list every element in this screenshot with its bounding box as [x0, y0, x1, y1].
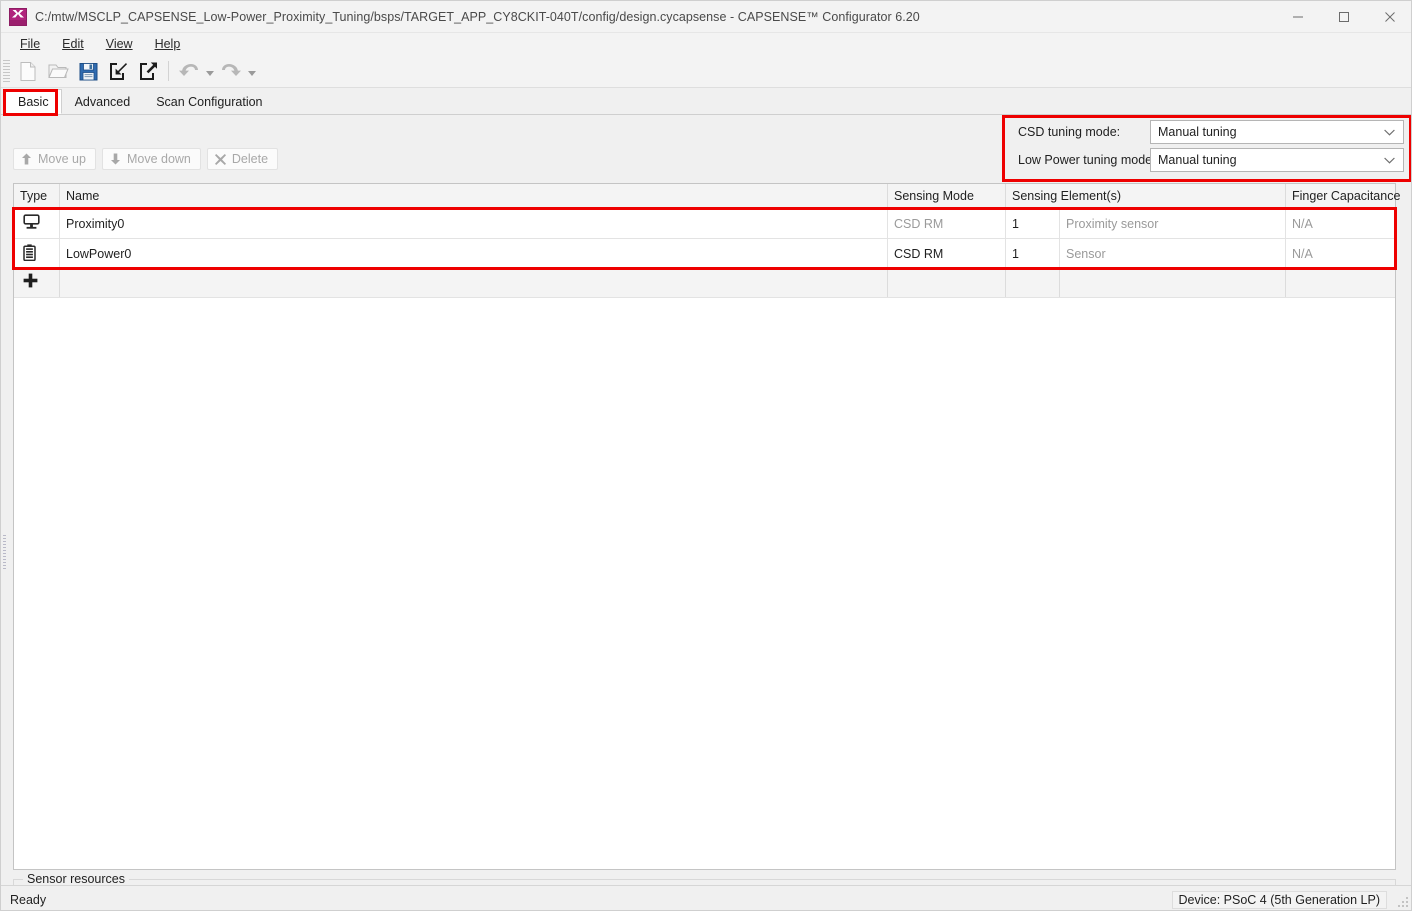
- add-row-name-cell: [60, 269, 888, 297]
- add-row-fcap-cell: [1286, 269, 1395, 297]
- csd-tuning-mode-value: Manual tuning: [1158, 124, 1237, 139]
- menu-file-label: File: [20, 37, 41, 51]
- basic-tab-panel: CSD tuning mode: Manual tuning Low Power…: [1, 115, 1411, 910]
- cross-icon: [214, 153, 226, 165]
- row-element-count: 1: [1006, 239, 1060, 268]
- chevron-down-icon: [1384, 151, 1395, 169]
- import-icon[interactable]: [103, 57, 133, 85]
- add-row-mode-cell: [888, 269, 1006, 297]
- menu-edit[interactable]: Edit: [51, 35, 95, 53]
- row-element-count: 1: [1006, 209, 1060, 238]
- undo-icon[interactable]: [174, 57, 204, 85]
- row-element-name: Sensor: [1060, 239, 1286, 268]
- tab-scan-configuration-label: Scan Configuration: [156, 94, 263, 109]
- row-type-icon-cell: [14, 209, 60, 238]
- widget-list-toolbar: Move up Move down Delete: [13, 148, 279, 170]
- header-sensing-elements[interactable]: Sensing Element(s): [1006, 184, 1121, 208]
- row-finger-capacitance: N/A: [1292, 216, 1313, 231]
- grip-dots-icon: [3, 535, 6, 569]
- new-file-icon[interactable]: [13, 57, 43, 85]
- redo-dropdown-chevron-icon[interactable]: [246, 57, 258, 85]
- panel-left-grip[interactable]: [1, 115, 8, 875]
- row-sensing-mode: CSD RM: [888, 209, 1006, 238]
- header-name[interactable]: Name: [60, 184, 888, 208]
- status-bar: Ready Device: PSoC 4 (5th Generation LP): [1, 885, 1411, 910]
- add-row-count-cell: [1006, 269, 1060, 297]
- arrow-up-icon: [21, 153, 32, 165]
- chevron-down-icon: [1384, 123, 1395, 141]
- csd-tuning-mode-row: CSD tuning mode: Manual tuning: [1004, 118, 1408, 145]
- toolbar-grip[interactable]: [3, 60, 10, 82]
- table-header-row: Type Name Sensing Mode Sensing Element(s…: [14, 184, 1400, 209]
- export-icon[interactable]: [133, 57, 163, 85]
- row-element-name: Proximity sensor: [1060, 209, 1286, 238]
- tab-strip: Basic Advanced Scan Configuration: [1, 89, 1411, 115]
- undo-dropdown-chevron-icon[interactable]: [204, 57, 216, 85]
- row-type-icon-cell: [14, 239, 60, 268]
- tab-scan-configuration[interactable]: Scan Configuration: [143, 89, 276, 114]
- header-type[interactable]: Type: [14, 184, 60, 208]
- menu-edit-label: Edit: [62, 37, 84, 51]
- row-name: Proximity0: [60, 209, 888, 238]
- delete-label: Delete: [231, 152, 269, 166]
- toolbar-separator: [168, 61, 169, 81]
- row-finger-capacitance: N/A: [1292, 246, 1313, 261]
- move-down-button[interactable]: Move down: [101, 148, 201, 170]
- tuning-mode-panel: CSD tuning mode: Manual tuning Low Power…: [1004, 118, 1408, 180]
- row-name: LowPower0: [60, 239, 888, 268]
- table-row[interactable]: LowPower0 CSD RM 1 Sensor N/A: [14, 239, 1395, 269]
- tab-basic[interactable]: Basic: [5, 89, 62, 114]
- status-device: Device: PSoC 4 (5th Generation LP): [1171, 891, 1387, 909]
- redo-icon[interactable]: [216, 57, 246, 85]
- window-title: C:/mtw/MSCLP_CAPSENSE_Low-Power_Proximit…: [35, 9, 920, 24]
- widget-table: Type Name Sensing Mode Sensing Element(s…: [13, 183, 1400, 870]
- close-icon[interactable]: [1367, 1, 1411, 33]
- add-widget-cell[interactable]: [14, 269, 60, 297]
- arrow-down-icon: [110, 153, 121, 165]
- title-bar: C:/mtw/MSCLP_CAPSENSE_Low-Power_Proximit…: [1, 1, 1411, 33]
- menu-help[interactable]: Help: [144, 35, 192, 53]
- maximize-icon[interactable]: [1321, 1, 1367, 33]
- low-power-tuning-mode-label: Low Power tuning mode:: [1018, 152, 1156, 167]
- row-sensing-mode: CSD RM: [888, 239, 1006, 268]
- main-toolbar: [1, 55, 1411, 88]
- sensor-resources-legend: Sensor resources: [23, 872, 129, 886]
- capsense-configurator-window: C:/mtw/MSCLP_CAPSENSE_Low-Power_Proximit…: [0, 0, 1412, 911]
- csd-tuning-mode-select[interactable]: Manual tuning: [1150, 119, 1404, 144]
- menu-view[interactable]: View: [95, 35, 144, 53]
- minimize-icon[interactable]: [1275, 1, 1321, 33]
- status-message: Ready: [10, 893, 47, 907]
- window-controls: [1275, 1, 1411, 33]
- add-row-element-cell: [1060, 269, 1286, 297]
- plus-icon: [23, 273, 38, 293]
- open-folder-icon[interactable]: [43, 57, 73, 85]
- tab-advanced-label: Advanced: [74, 94, 131, 109]
- save-icon[interactable]: [73, 57, 103, 85]
- move-up-label: Move up: [38, 152, 86, 166]
- tab-advanced[interactable]: Advanced: [61, 89, 144, 114]
- tab-basic-label: Basic: [18, 94, 49, 109]
- header-sensing-mode[interactable]: Sensing Mode: [888, 184, 1006, 208]
- delete-button[interactable]: Delete: [206, 148, 279, 170]
- menu-view-label: View: [105, 37, 133, 51]
- low-power-battery-icon: [23, 243, 36, 264]
- low-power-tuning-mode-value: Manual tuning: [1158, 152, 1237, 167]
- table-row[interactable]: Proximity0 CSD RM 1 Proximity sensor N/A: [14, 209, 1395, 239]
- capsense-app-icon: [9, 7, 27, 26]
- header-finger-capacitance[interactable]: Finger Capacitance: [1286, 184, 1400, 208]
- move-up-button[interactable]: Move up: [13, 148, 96, 170]
- menu-help-label: Help: [154, 37, 181, 51]
- header-sensing-elements-spacer: [1060, 184, 1286, 208]
- menu-bar: File Edit View Help: [1, 33, 1411, 55]
- low-power-tuning-mode-row: Low Power tuning mode: Manual tuning: [1004, 146, 1408, 173]
- proximity-sensor-icon: [23, 214, 40, 233]
- resize-grip-icon[interactable]: [1397, 896, 1410, 909]
- csd-tuning-mode-label: CSD tuning mode:: [1018, 124, 1121, 139]
- move-down-label: Move down: [126, 152, 191, 166]
- add-widget-row[interactable]: [14, 269, 1395, 298]
- menu-file[interactable]: File: [9, 35, 51, 53]
- low-power-tuning-mode-select[interactable]: Manual tuning: [1150, 147, 1404, 172]
